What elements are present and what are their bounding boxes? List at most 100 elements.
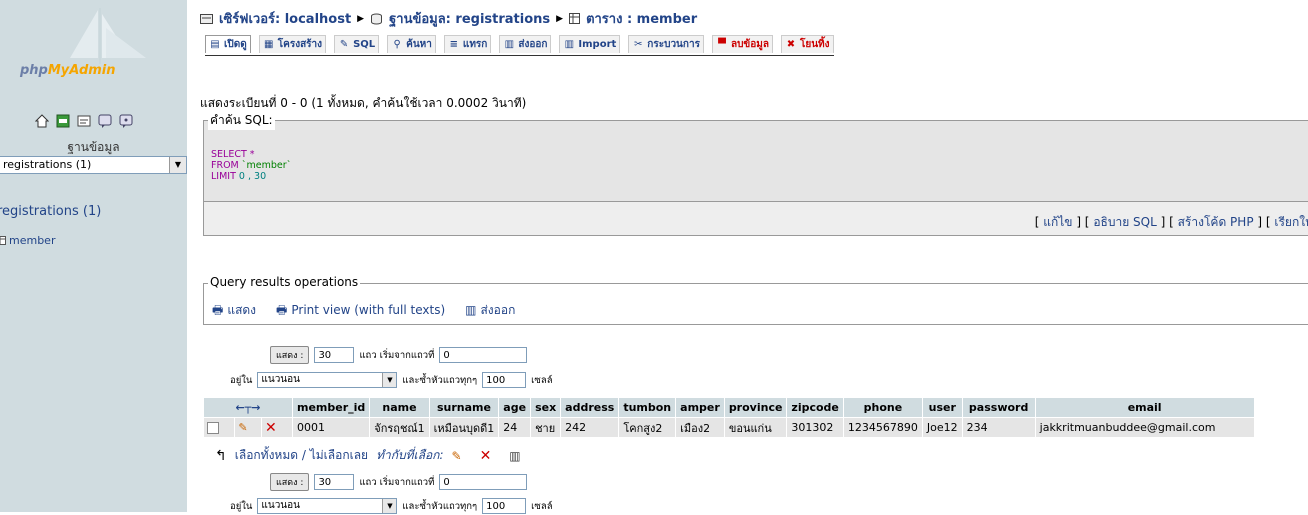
sql-query-text: SELECT * FROM `member` LIMIT 0 , 30 bbox=[211, 149, 291, 182]
sql-keyword: LIMIT bbox=[211, 171, 236, 182]
display-mode-select[interactable]: แนวนอน ▼ bbox=[257, 372, 398, 388]
drop-icon: ✖ bbox=[786, 39, 796, 50]
bulk-export-icon[interactable]: ▥ bbox=[509, 449, 520, 463]
table-cell: Joe12 bbox=[922, 418, 962, 437]
docs-icon[interactable] bbox=[97, 113, 112, 128]
start-row-input[interactable]: 0 bbox=[439, 347, 528, 363]
chevron-down-icon[interactable]: ▼ bbox=[169, 157, 186, 173]
row-edit[interactable]: ✎ bbox=[235, 418, 262, 437]
show-rows-form: แสดง : 30 แถว เริ่มจากแถวที่ 0 bbox=[270, 346, 528, 364]
column-header[interactable]: province bbox=[724, 398, 787, 417]
logo-text-php: php bbox=[20, 63, 48, 78]
breadcrumb-arrow-icon: ▶ bbox=[556, 13, 564, 24]
tab-label: ลบข้อมูล bbox=[730, 39, 769, 50]
tab-drop[interactable]: ✖ โยนทิ้ง bbox=[780, 35, 834, 53]
tab-search[interactable]: ⚲ ค้นหา bbox=[387, 35, 436, 53]
table-cell: เหมือนบุดดี1 bbox=[429, 418, 499, 437]
home-icon[interactable] bbox=[34, 113, 49, 128]
table-cell: ชาย bbox=[531, 418, 561, 437]
sql-keyword: FROM bbox=[211, 160, 239, 171]
create-php-code-link[interactable]: สร้างโค้ด PHP bbox=[1178, 215, 1254, 229]
column-header[interactable]: amper bbox=[676, 398, 724, 417]
phpmyadmin-logo[interactable]: phpMyAdmin bbox=[20, 63, 116, 78]
display-mode-value: แนวนอน bbox=[261, 374, 300, 385]
database-select[interactable]: registrations (1) ▼ bbox=[0, 156, 187, 174]
repeat-headers-input[interactable]: 100 bbox=[482, 372, 527, 388]
column-header[interactable]: password bbox=[962, 398, 1035, 417]
empty-icon: ▀ bbox=[718, 39, 726, 50]
tab-label: Import bbox=[578, 39, 617, 50]
row-delete[interactable]: ✕ bbox=[262, 418, 292, 437]
breadcrumb-server[interactable]: เซิร์ฟเวอร์: localhost bbox=[219, 8, 351, 29]
export-link[interactable]: ▥ ส่งออก bbox=[465, 301, 515, 322]
table-cell: 234 bbox=[962, 418, 1035, 437]
chevron-down-icon[interactable]: ▼ bbox=[382, 499, 397, 513]
start-row-input[interactable]: 0 bbox=[439, 474, 528, 490]
show-button[interactable]: แสดง : bbox=[270, 346, 310, 364]
column-header[interactable]: name bbox=[370, 398, 429, 417]
print-full-link[interactable]: 🖶 Print view (with full texts) bbox=[276, 301, 445, 322]
table-header-row: ←┬→ member_id name surname age sex addre… bbox=[204, 398, 1254, 417]
table-link-member[interactable]: member bbox=[0, 234, 55, 247]
print-link[interactable]: 🖶 แสดง bbox=[212, 301, 256, 322]
exit-icon[interactable] bbox=[55, 113, 70, 128]
breadcrumb-database[interactable]: ฐานข้อมูล: registrations bbox=[389, 8, 550, 29]
rows-from-label: แถว เริ่มจากแถวที่ bbox=[359, 349, 435, 361]
chevron-down-icon[interactable]: ▼ bbox=[382, 373, 397, 387]
show-button[interactable]: แสดง : bbox=[270, 473, 310, 491]
sql-actions-bar: [ แก้ไข ] [ อธิบาย SQL ] [ สร้างโค้ด PHP… bbox=[203, 202, 1308, 236]
export-icon: ▥ bbox=[465, 303, 477, 317]
column-header[interactable]: address bbox=[561, 398, 619, 417]
tab-export[interactable]: ▥ ส่งออก bbox=[499, 35, 552, 53]
column-header[interactable]: email bbox=[1035, 398, 1254, 417]
row-checkbox[interactable] bbox=[204, 418, 235, 437]
edit-sql-link[interactable]: แก้ไข bbox=[1043, 215, 1072, 229]
bulk-delete-icon[interactable]: ✕ bbox=[480, 448, 492, 464]
arrow-up-left-icon: ↰ bbox=[215, 447, 227, 464]
tab-import[interactable]: ▥ Import bbox=[559, 35, 621, 53]
sql-icon[interactable] bbox=[76, 113, 91, 128]
print-full-label: Print view (with full texts) bbox=[291, 303, 446, 317]
column-header[interactable]: phone bbox=[843, 398, 922, 417]
table-icon bbox=[0, 236, 6, 245]
column-header[interactable]: sex bbox=[531, 398, 561, 417]
explain-sql-link[interactable]: อธิบาย SQL bbox=[1093, 215, 1156, 229]
help-icon[interactable] bbox=[118, 113, 133, 128]
tab-label: ส่งออก bbox=[518, 39, 548, 50]
tab-bar: ▤ เปิดดู ▦ โครงสร้าง ✎ SQL ⚲ ค้นหา ≡ แทรก ▥ ส่… bbox=[205, 35, 834, 56]
tab-empty[interactable]: ▀ ลบข้อมูล bbox=[711, 35, 773, 53]
breadcrumb-arrow-icon: ▶ bbox=[357, 13, 365, 24]
show-rows-form-bottom: แสดง : 30 แถว เริ่มจากแถวที่ 0 bbox=[270, 473, 528, 491]
delete-icon[interactable]: ✕ bbox=[265, 420, 277, 436]
sort-arrows-icon[interactable]: ←┬→ bbox=[204, 398, 292, 417]
column-header[interactable]: age bbox=[499, 398, 531, 417]
rows-input[interactable]: 30 bbox=[314, 347, 355, 363]
checkbox-icon[interactable] bbox=[207, 422, 219, 434]
select-all-link[interactable]: เลือกทั้งหมด / ไม่เลือกเลย bbox=[235, 446, 368, 465]
tab-label: โยนทิ้ง bbox=[799, 39, 830, 50]
table-cell: โคกสูง2 bbox=[619, 418, 676, 437]
bulk-edit-icon[interactable]: ✎ bbox=[452, 449, 462, 463]
tab-structure[interactable]: ▦ โครงสร้าง bbox=[258, 35, 327, 53]
print-icon: 🖶 bbox=[212, 303, 224, 317]
database-title-link[interactable]: registrations (1) bbox=[0, 204, 101, 219]
column-header[interactable]: zipcode bbox=[787, 398, 843, 417]
pencil-icon[interactable]: ✎ bbox=[238, 421, 247, 434]
table-cell: เมือง2 bbox=[676, 418, 724, 437]
column-header[interactable]: tumbon bbox=[619, 398, 676, 417]
column-header[interactable]: user bbox=[922, 398, 962, 417]
column-header[interactable]: surname bbox=[429, 398, 499, 417]
refresh-link[interactable]: เรียกให bbox=[1274, 215, 1308, 229]
column-header[interactable]: member_id bbox=[293, 398, 370, 417]
tab-label: SQL bbox=[353, 39, 376, 50]
tab-insert[interactable]: ≡ แทรก bbox=[443, 35, 492, 53]
cells-label: เซลล์ bbox=[531, 374, 553, 386]
import-icon: ▥ bbox=[564, 39, 575, 50]
tab-browse[interactable]: ▤ เปิดดู bbox=[205, 35, 251, 53]
sql-icon: ✎ bbox=[339, 39, 349, 50]
tab-sql[interactable]: ✎ SQL bbox=[334, 35, 380, 53]
breadcrumb-table[interactable]: ตาราง : member bbox=[586, 8, 697, 29]
sql-keyword: SELECT bbox=[211, 149, 247, 160]
tab-operations[interactable]: ✂ กระบวนการ bbox=[628, 35, 704, 53]
rows-input[interactable]: 30 bbox=[314, 474, 355, 490]
